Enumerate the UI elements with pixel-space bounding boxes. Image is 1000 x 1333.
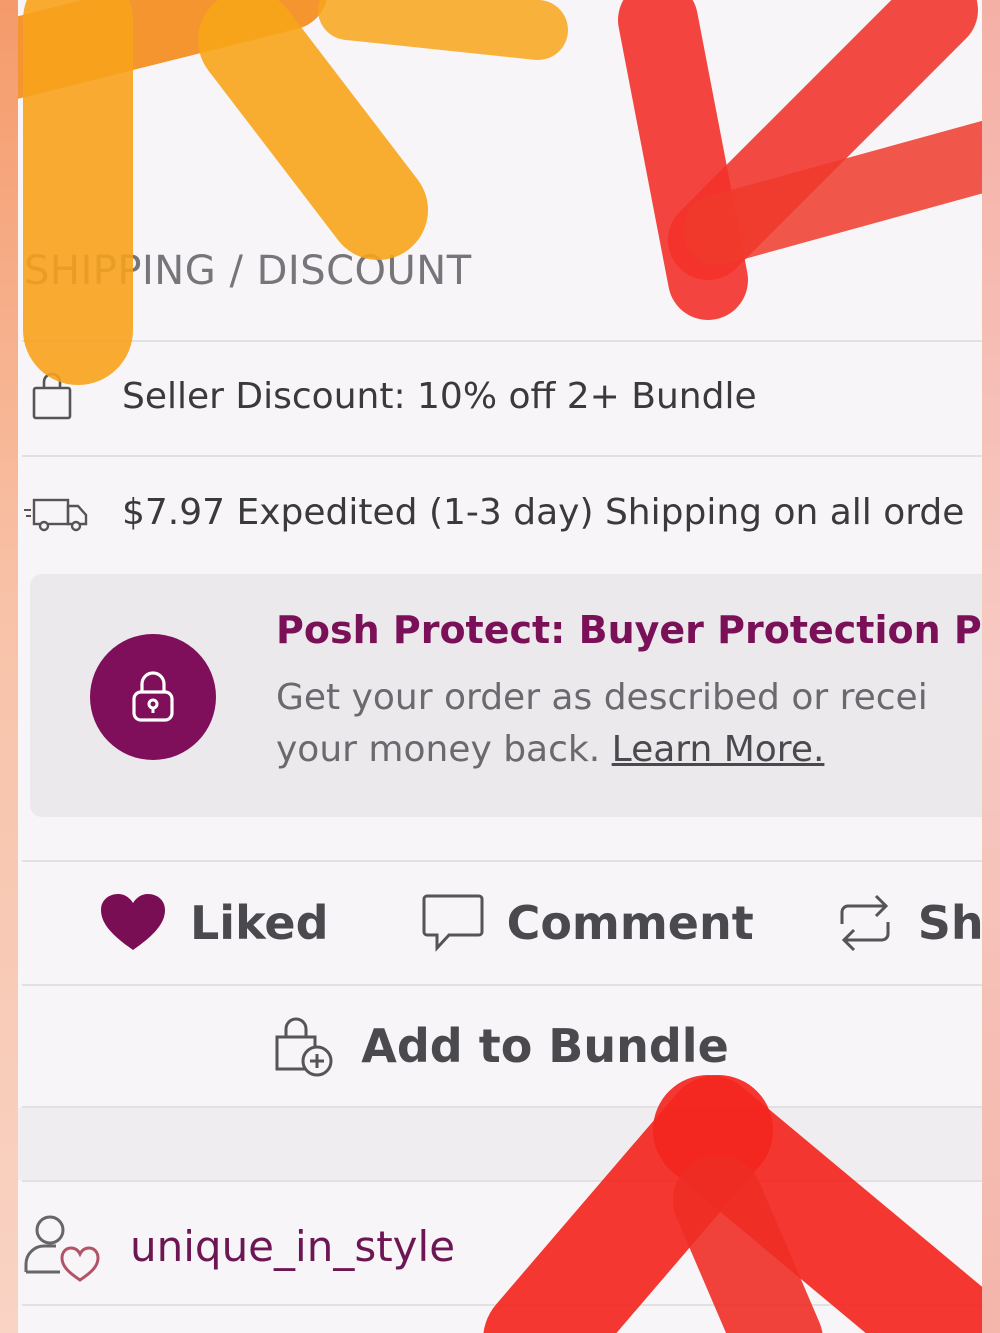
learn-more-link[interactable]: Learn More. xyxy=(612,729,825,770)
section-title: SHIPPING / DISCOUNT xyxy=(24,248,472,294)
listing-details-page: SHIPPING / DISCOUNT Seller Discount: 10%… xyxy=(18,0,982,1333)
add-to-bundle-label: Add to Bundle xyxy=(361,1019,729,1073)
orange-scribble-stroke xyxy=(198,0,428,260)
seller-username: unique_in_style xyxy=(130,1221,456,1271)
orange-scribble-stroke xyxy=(18,0,327,99)
like-label: Liked xyxy=(190,896,329,950)
posh-protect-description: Get your order as described or recei you… xyxy=(276,672,982,776)
red-scribble-stroke xyxy=(673,1155,823,1333)
share-button[interactable]: Sha xyxy=(834,890,982,956)
seller-discount-text: Seller Discount: 10% off 2+ Bundle xyxy=(122,375,757,417)
like-button[interactable]: Liked xyxy=(98,892,329,954)
seller-discount-row[interactable]: Seller Discount: 10% off 2+ Bundle xyxy=(22,356,982,436)
shipping-row[interactable]: $7.97 Expedited (1-3 day) Shipping on al… xyxy=(22,472,982,552)
orange-scribble-stroke xyxy=(318,0,568,60)
left-edge-strip xyxy=(0,0,18,1333)
section-spacer xyxy=(18,1108,982,1180)
comment-button[interactable]: Comment xyxy=(421,892,754,954)
divider xyxy=(22,1304,982,1306)
divider xyxy=(22,340,982,342)
red-scribble-stroke xyxy=(618,0,748,320)
posh-protect-card: Posh Protect: Buyer Protection Po Get yo… xyxy=(30,574,982,817)
posh-protect-title: Posh Protect: Buyer Protection Po xyxy=(276,608,982,652)
share-icon xyxy=(840,894,890,952)
comment-icon xyxy=(422,894,484,952)
seller-row[interactable]: unique_in_style xyxy=(22,1186,455,1306)
user-heart-icon xyxy=(24,1215,100,1282)
right-edge-strip xyxy=(982,0,1000,1333)
add-to-bundle-button[interactable]: Add to Bundle xyxy=(18,986,982,1106)
lock-badge xyxy=(90,634,216,760)
red-scribble-stroke xyxy=(668,0,978,280)
divider xyxy=(22,455,982,457)
share-label: Sha xyxy=(917,896,982,950)
posh-protect-line1: Get your order as described or recei xyxy=(276,677,928,718)
action-bar: Liked Comment Sha xyxy=(18,862,982,984)
comment-label: Comment xyxy=(506,896,754,950)
divider xyxy=(22,1180,982,1182)
lock-icon xyxy=(132,671,174,722)
shipping-text: $7.97 Expedited (1-3 day) Shipping on al… xyxy=(122,491,965,533)
shopping-bag-icon xyxy=(32,372,72,420)
posh-protect-line2-text: your money back. xyxy=(276,729,601,770)
truck-icon xyxy=(24,498,88,532)
posh-protect-line2: your money back. Learn More. xyxy=(276,724,982,776)
red-scribble-stroke xyxy=(683,120,982,265)
add-to-bundle-icon xyxy=(275,1017,333,1077)
heart-icon xyxy=(101,894,165,950)
